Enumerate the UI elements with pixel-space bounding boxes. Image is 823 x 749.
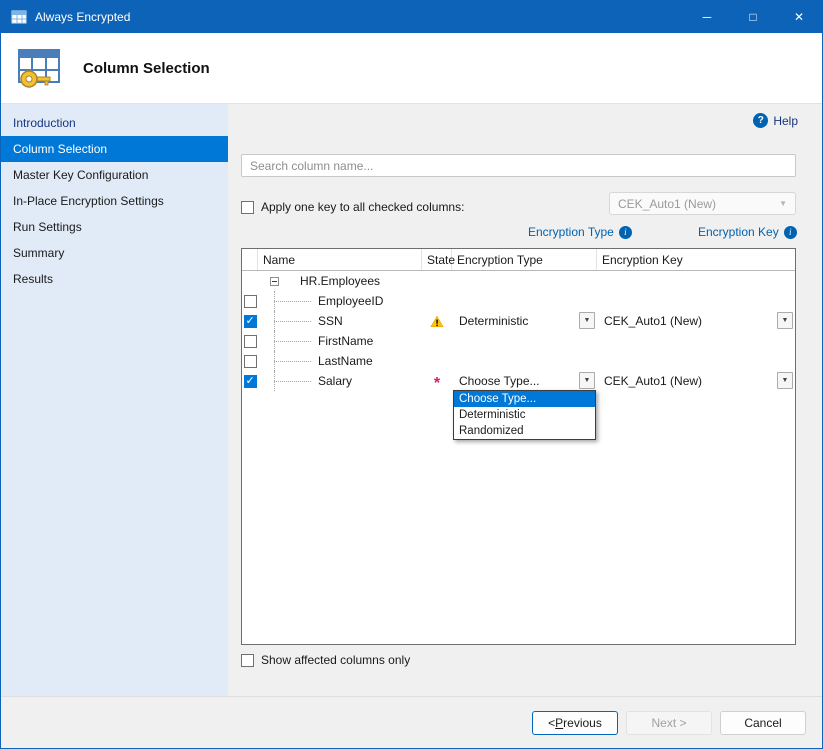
encryption-key-column-header: Encryption Key: [597, 249, 795, 270]
chevron-down-icon: ▼: [779, 199, 787, 208]
window-title: Always Encrypted: [35, 10, 130, 24]
table-row-group: HR.Employees: [242, 271, 795, 291]
sidebar-item-introduction[interactable]: Introduction: [1, 110, 228, 136]
grid-header-row: Name State Encryption Type Encryption Ke…: [242, 249, 795, 271]
column-name: Salary: [318, 374, 352, 388]
sidebar-item-summary[interactable]: Summary: [1, 240, 228, 266]
checkbox-column-header: [242, 249, 258, 270]
next-button-label: Next >: [651, 716, 686, 730]
table-row-lastname: LastName: [242, 351, 795, 371]
columns-grid: Name State Encryption Type Encryption Ke…: [241, 248, 796, 645]
column-name: LastName: [318, 354, 373, 368]
column-name: FirstName: [318, 334, 373, 348]
chevron-down-icon[interactable]: ▼: [777, 312, 793, 329]
master-cek-value: CEK_Auto1 (New): [618, 197, 716, 211]
row-checkbox[interactable]: [244, 375, 257, 388]
row-checkbox[interactable]: [244, 315, 257, 328]
master-cek-dropdown[interactable]: CEK_Auto1 (New) ▼: [609, 192, 796, 215]
sidebar-item-master-key-configuration[interactable]: Master Key Configuration: [1, 162, 228, 188]
encryption-key-link-label: Encryption Key: [698, 225, 779, 239]
table-key-icon: [15, 44, 63, 92]
required-asterisk-icon: *: [434, 379, 440, 389]
title-bar[interactable]: Always Encrypted ─ □ ✕: [1, 1, 822, 33]
encryption-key-combo[interactable]: CEK_Auto1 (New) ▼: [597, 311, 795, 331]
always-encrypted-wizard-window: Always Encrypted ─ □ ✕ Column Selection …: [0, 0, 823, 749]
sidebar-item-run-settings[interactable]: Run Settings: [1, 214, 228, 240]
collapse-icon[interactable]: [270, 277, 279, 286]
app-icon: [11, 9, 27, 25]
search-column-input[interactable]: [241, 154, 796, 177]
previous-button[interactable]: < Previous: [532, 711, 618, 735]
previous-button-prefix: <: [548, 716, 555, 730]
previous-button-rest: revious: [563, 716, 602, 730]
warning-icon: [430, 315, 444, 328]
info-icon[interactable]: i: [784, 226, 797, 239]
encryption-type-link-label: Encryption Type: [528, 225, 614, 239]
encryption-type-dropdown-list: Choose Type... Deterministic Randomized: [453, 390, 596, 440]
table-row-ssn: SSN Deterministic ▼ CEK_Auto1 (New): [242, 311, 795, 331]
minimize-button[interactable]: ─: [684, 1, 730, 33]
apply-one-key-checkbox[interactable]: [241, 201, 254, 214]
dropdown-option-choose-type[interactable]: Choose Type...: [454, 391, 595, 407]
state-column-header: State: [422, 249, 452, 270]
encryption-type-combo[interactable]: Deterministic ▼: [452, 311, 597, 331]
show-affected-label: Show affected columns only: [261, 653, 410, 667]
close-button[interactable]: ✕: [776, 1, 822, 33]
wizard-steps-sidebar: Introduction Column Selection Master Key…: [1, 104, 228, 696]
encryption-type-link[interactable]: Encryption Type i: [528, 225, 632, 239]
apply-one-key-label: Apply one key to all checked columns:: [261, 200, 464, 214]
show-affected-checkbox[interactable]: [241, 654, 254, 667]
help-icon: ?: [753, 113, 768, 128]
row-checkbox[interactable]: [244, 335, 257, 348]
name-column-header: Name: [258, 249, 422, 270]
page-title: Column Selection: [83, 60, 210, 77]
column-name: SSN: [318, 314, 343, 328]
info-icon[interactable]: i: [619, 226, 632, 239]
wizard-header: Column Selection: [1, 33, 822, 104]
encryption-type-value: Deterministic: [459, 314, 528, 328]
help-link[interactable]: ? Help: [753, 113, 798, 128]
chevron-down-icon[interactable]: ▼: [579, 372, 595, 389]
previous-button-accesskey: P: [555, 716, 563, 730]
table-row-employeeid: EmployeeID: [242, 291, 795, 311]
chevron-down-icon[interactable]: ▼: [777, 372, 793, 389]
row-checkbox[interactable]: [244, 295, 257, 308]
group-name: HR.Employees: [300, 274, 380, 288]
maximize-button[interactable]: □: [730, 1, 776, 33]
encryption-key-link[interactable]: Encryption Key i: [698, 225, 797, 239]
sidebar-item-in-place-encryption-settings[interactable]: In-Place Encryption Settings: [1, 188, 228, 214]
table-row-firstname: FirstName: [242, 331, 795, 351]
cancel-button[interactable]: Cancel: [720, 711, 806, 735]
dropdown-option-randomized[interactable]: Randomized: [454, 423, 595, 439]
column-selection-panel: ? Help Apply one key to all checked colu…: [228, 104, 822, 696]
encryption-key-value: CEK_Auto1 (New): [604, 314, 702, 328]
wizard-footer: < Previous Next > Cancel: [1, 696, 822, 748]
encryption-key-value: CEK_Auto1 (New): [604, 374, 702, 388]
table-row-salary: Salary * Choose Type... ▼ CEK_Auto1 (New…: [242, 371, 795, 391]
column-name: EmployeeID: [318, 294, 383, 308]
chevron-down-icon[interactable]: ▼: [579, 312, 595, 329]
encryption-type-column-header: Encryption Type: [452, 249, 597, 270]
sidebar-item-results[interactable]: Results: [1, 266, 228, 292]
sidebar-item-column-selection[interactable]: Column Selection: [1, 136, 228, 162]
next-button[interactable]: Next >: [626, 711, 712, 735]
encryption-type-value: Choose Type...: [459, 374, 540, 388]
row-checkbox[interactable]: [244, 355, 257, 368]
dropdown-option-deterministic[interactable]: Deterministic: [454, 407, 595, 423]
help-label: Help: [773, 114, 798, 128]
encryption-key-combo[interactable]: CEK_Auto1 (New) ▼: [597, 371, 795, 391]
cancel-button-label: Cancel: [744, 716, 781, 730]
encryption-type-combo[interactable]: Choose Type... ▼: [452, 371, 597, 391]
